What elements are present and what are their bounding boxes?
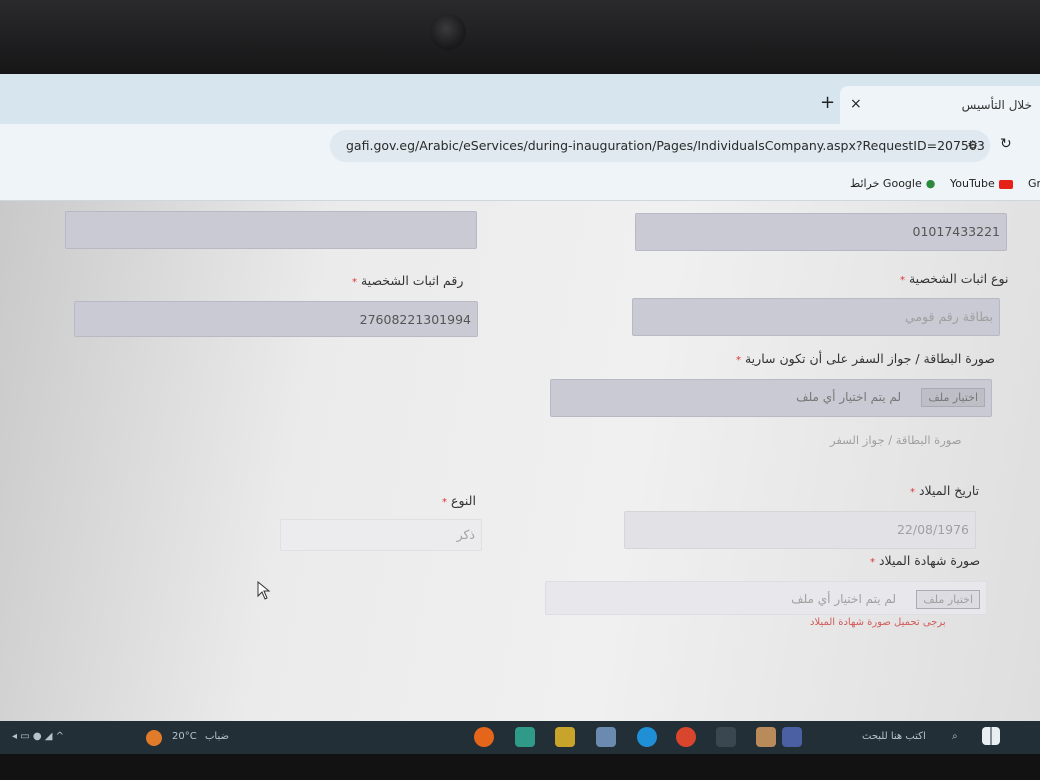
id-number-field[interactable]: 27608221301994	[74, 301, 478, 337]
bookmark-gr[interactable]: Gr	[1028, 177, 1040, 190]
gender-value: ذكر	[456, 527, 475, 542]
new-tab-button[interactable]: +	[820, 92, 835, 113]
taskbar-search[interactable]: اكتب هنا للبحث	[862, 731, 926, 742]
required-star: *	[900, 275, 905, 286]
phone-field[interactable]: 01017433221	[635, 213, 1007, 251]
id-type-select[interactable]: بطاقة رقم قومي	[632, 298, 1000, 336]
youtube-icon	[998, 179, 1013, 189]
birth-date-field[interactable]: 22/08/1976	[624, 511, 976, 549]
tab-title: خلال التأسيس	[961, 98, 1032, 112]
gender-label: النوع *	[442, 493, 476, 508]
birth-cert-choose-file-button[interactable]: اختيار ملف	[916, 590, 980, 609]
choose-file-button[interactable]: اختيار ملف	[921, 388, 985, 407]
required-star: *	[736, 355, 741, 366]
mouse-cursor-icon	[257, 581, 271, 600]
card-image-upload[interactable]: اختيار ملف لم يتم اختيار أي ملف	[550, 379, 992, 417]
card-image-hint: صورة البطاقة / جواز السفر	[830, 433, 962, 447]
laptop-bezel-bottom	[0, 754, 1040, 780]
tab-strip: + × خلال التأسيس	[0, 74, 1040, 124]
weather-desc[interactable]: ضباب	[205, 731, 229, 742]
search-icon[interactable]: ⌕	[952, 731, 958, 742]
edge-icon[interactable]	[637, 727, 657, 747]
gender-select[interactable]: ذكر	[280, 519, 482, 551]
empty-field-left[interactable]	[65, 211, 477, 249]
card-image-label: صورة البطاقة / جواز السفر على أن تكون سا…	[736, 351, 995, 366]
gender-label-text: النوع	[450, 493, 476, 508]
birth-date-label: تاريخ الميلاد *	[910, 483, 979, 498]
firefox-icon[interactable]	[474, 727, 494, 747]
id-type-value: بطاقة رقم قومي	[904, 309, 993, 324]
webcam-icon	[430, 14, 466, 50]
birth-cert-error: برجى تحميل صورة شهادة الميلاد	[810, 617, 946, 628]
birth-date-label-text: تاريخ الميلاد	[918, 483, 980, 498]
map-pin-icon: ●	[925, 177, 936, 190]
weather-icon	[146, 730, 162, 746]
store-icon[interactable]	[515, 727, 535, 747]
id-number-label: رقم اثبات الشخصية *	[352, 273, 463, 288]
mail-icon[interactable]	[596, 727, 616, 747]
address-bar[interactable]: gafi.gov.eg/Arabic/eServices/during-inau…	[330, 130, 990, 162]
browser-tab[interactable]: × خلال التأسيس	[840, 86, 1040, 124]
bookmark-youtube[interactable]: YouTube	[950, 177, 1013, 190]
user-avatar-icon[interactable]	[782, 727, 802, 747]
bookmark-youtube-label: YouTube	[950, 177, 995, 190]
windows-start-icon[interactable]	[982, 727, 1000, 745]
birth-cert-label: صورة شهادة الميلاد *	[870, 553, 980, 568]
phone-value: 01017433221	[912, 224, 1000, 239]
bookmarks-bar: خرائط Google ● YouTube Gr	[0, 168, 1040, 201]
url-text: gafi.gov.eg/Arabic/eServices/during-inau…	[346, 138, 985, 153]
required-star: *	[870, 557, 875, 568]
file-explorer-icon[interactable]	[555, 727, 575, 747]
laptop-bezel-top	[0, 0, 1040, 78]
site-settings-icon[interactable]: ⚙	[967, 138, 978, 152]
form-page: 01017433221 نوع اثبات الشخصية * رقم اثبا…	[0, 201, 1040, 721]
bookmark-google-maps[interactable]: خرائط Google ●	[850, 177, 935, 190]
reload-icon[interactable]: ↻	[1000, 136, 1012, 152]
task-view-icon[interactable]	[716, 727, 736, 747]
weather-temp[interactable]: 20°C	[172, 731, 197, 742]
chrome-icon[interactable]	[676, 727, 696, 747]
birth-cert-label-text: صورة شهادة الميلاد	[878, 553, 981, 568]
id-number-value: 27608221301994	[359, 312, 471, 327]
required-star: *	[910, 487, 915, 498]
system-tray-icons[interactable]: ◂ ▭ ● ◢ ^	[12, 731, 64, 742]
card-image-label-text: صورة البطاقة / جواز السفر على أن تكون سا…	[744, 351, 995, 366]
no-file-text: لم يتم اختيار أي ملف	[796, 390, 901, 404]
bookmark-maps-label: خرائط Google	[850, 177, 922, 190]
screen: + × خلال التأسيس gafi.gov.eg/Arabic/eSer…	[0, 74, 1040, 754]
required-star: *	[442, 497, 447, 508]
tab-close-icon[interactable]: ×	[850, 96, 862, 112]
browser-toolbar: gafi.gov.eg/Arabic/eServices/during-inau…	[0, 124, 1040, 168]
id-type-label: نوع اثبات الشخصية *	[900, 271, 1008, 286]
birth-date-value: 22/08/1976	[896, 522, 969, 537]
id-type-label-text: نوع اثبات الشخصية	[908, 271, 1009, 286]
birth-cert-upload[interactable]: اختيار ملف لم يتم اختيار أي ملف	[545, 581, 987, 615]
windows-taskbar: ◂ ▭ ● ◢ ^ 20°C ضباب اكتب هنا للبحث ⌕	[0, 721, 1040, 754]
birth-cert-no-file-text: لم يتم اختيار أي ملف	[791, 592, 896, 606]
cortana-icon[interactable]	[756, 727, 776, 747]
required-star: *	[352, 277, 357, 288]
id-number-label-text: رقم اثبات الشخصية	[360, 273, 464, 288]
